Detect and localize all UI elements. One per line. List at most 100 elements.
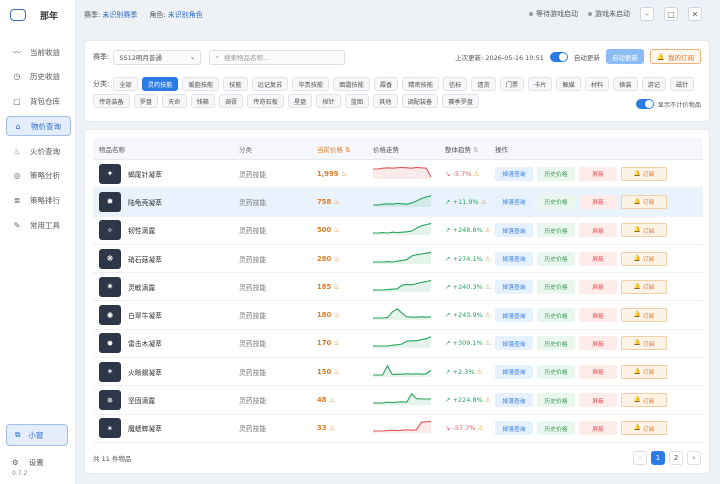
subscribe-button[interactable]: 🔔 订阅 bbox=[621, 364, 667, 379]
subscribe-button[interactable]: 🔔 订阅 bbox=[621, 279, 667, 294]
category-chip[interactable]: 材料 bbox=[584, 77, 610, 91]
history-price-button[interactable]: 历史价格 bbox=[537, 364, 575, 379]
category-chip[interactable]: 天命 bbox=[162, 94, 187, 108]
my-subscriptions-button[interactable]: 🔔 我的订阅 bbox=[649, 49, 701, 64]
table-row[interactable]: ✵ 坚固滴露 灵药技能 48 ♨ ↗ +224.8% ⚠ 掉落查询 历史价格 屏… bbox=[93, 386, 703, 415]
sidebar-item-tools[interactable]: ✎ 常用工具 bbox=[6, 216, 71, 236]
table-row[interactable]: ✧ 韧性滴露 灵药技能 500 ♨ ↗ +248.8% ⚠ 掉落查询 历史价格 … bbox=[93, 217, 703, 245]
history-price-button[interactable]: 历史价格 bbox=[537, 336, 575, 351]
table-row[interactable]: ✦ 蝎尾针凝萃 灵药技能 1,999 ♨ ↘ -5.7% ⚠ 掉落查询 历史价格… bbox=[93, 160, 703, 189]
table-row[interactable]: ✷ 灵敏滴露 灵药技能 185 ♨ ↗ +240.3% ⚠ 掉落查询 历史价格 … bbox=[93, 273, 703, 302]
category-chip[interactable]: 赛季罗盘 bbox=[442, 94, 479, 108]
history-price-button[interactable]: 历史价格 bbox=[537, 166, 575, 181]
category-chip[interactable]: 调配装备 bbox=[401, 94, 439, 108]
category-chip[interactable]: 其他 bbox=[373, 94, 398, 108]
season-select[interactable]: SS12明月普通 ⌄ bbox=[113, 49, 202, 65]
subscribe-button[interactable]: 🔔 订阅 bbox=[621, 393, 667, 408]
history-price-button[interactable]: 历史价格 bbox=[537, 421, 575, 436]
category-chip[interactable]: 触媒 bbox=[556, 77, 581, 91]
block-button[interactable]: 屏蔽 bbox=[579, 279, 617, 294]
category-chip[interactable]: 游记 bbox=[641, 77, 666, 91]
category-chip[interactable]: 全部 bbox=[113, 77, 138, 91]
sidebar-item-strategy-analysis[interactable]: ◎ 策略分析 bbox=[6, 166, 71, 186]
category-chip[interactable]: 远记复苏 bbox=[251, 77, 289, 91]
category-chip[interactable]: 门票 bbox=[499, 77, 525, 91]
drop-query-button[interactable]: 掉落查询 bbox=[495, 251, 533, 266]
page-1-button[interactable]: 1 bbox=[651, 451, 665, 465]
sidebar-item-current-income[interactable]: 〰当前收益 bbox=[6, 42, 71, 62]
block-button[interactable]: 屏蔽 bbox=[579, 364, 617, 379]
subscribe-button[interactable]: 🔔 订阅 bbox=[621, 421, 667, 436]
category-chip[interactable]: 技能 bbox=[223, 77, 248, 91]
table-row[interactable]: ✴ 魔蟋蟀凝萃 灵药技能 33 ♨ ↘ -57.7% ⚠ 掉落查询 历史价格 屏… bbox=[93, 415, 703, 443]
sidebar-item-strategy-ranking[interactable]: ≣ 策略排行 bbox=[6, 191, 71, 211]
subscribe-button[interactable]: 🔔 订阅 bbox=[621, 308, 667, 323]
page-2-button[interactable]: 2 bbox=[669, 451, 683, 465]
prev-page-button[interactable]: ‹ bbox=[633, 451, 647, 465]
block-button[interactable]: 屏蔽 bbox=[579, 421, 617, 436]
category-chip[interactable]: 面霜技能 bbox=[333, 77, 370, 91]
table-row[interactable]: ✹ 陆龟壳凝萃 灵药技能 758 ♨ ↗ +11.9% ⚠ 掉落查询 历史价格 … bbox=[93, 188, 703, 217]
subscribe-button[interactable]: 🔔 订阅 bbox=[621, 251, 667, 266]
category-chip[interactable]: 罗盘 bbox=[133, 94, 159, 108]
category-chip[interactable]: 钱箱 bbox=[190, 94, 215, 108]
category-chip[interactable]: 遗货 bbox=[471, 77, 496, 91]
category-chip[interactable]: 传奇装备 bbox=[93, 94, 130, 108]
drop-query-button[interactable]: 掉落查询 bbox=[495, 279, 533, 294]
subscribe-button[interactable]: 🔔 订阅 bbox=[621, 194, 667, 209]
category-chip[interactable]: 华贵技能 bbox=[292, 77, 330, 91]
minimize-button[interactable]: – bbox=[640, 7, 654, 21]
category-chip[interactable]: 磁针 bbox=[669, 77, 695, 91]
category-chip[interactable]: 蓝图 bbox=[344, 94, 370, 108]
history-price-button[interactable]: 历史价格 bbox=[537, 279, 575, 294]
close-button[interactable]: ✕ bbox=[688, 7, 702, 21]
drop-query-button[interactable]: 掉落查询 bbox=[495, 364, 533, 379]
drop-query-button[interactable]: 掉落查询 bbox=[495, 194, 533, 209]
category-chip[interactable]: 星盘 bbox=[288, 94, 313, 108]
sidebar-item-backpack[interactable]: ▢ 背包仓库 bbox=[6, 92, 71, 112]
drop-query-button[interactable]: 掉落查询 bbox=[495, 336, 533, 351]
search-input[interactable]: ⌕ 搜索物品名称... bbox=[209, 49, 346, 65]
maximize-button[interactable]: □ bbox=[664, 7, 678, 21]
mini-window-button[interactable]: ⧉ 小窗 bbox=[6, 424, 68, 446]
drop-query-button[interactable]: 掉落查询 bbox=[495, 166, 533, 181]
sidebar-item-fire-price[interactable]: ♨ 火价查询 bbox=[6, 141, 71, 161]
block-button[interactable]: 屏蔽 bbox=[579, 251, 617, 266]
subscribe-button[interactable]: 🔔 订阅 bbox=[621, 336, 667, 351]
category-chip[interactable]: 卡片 bbox=[528, 77, 553, 91]
auto-update-toggle[interactable] bbox=[549, 51, 568, 62]
category-chip[interactable]: 传奇石板 bbox=[247, 94, 284, 108]
block-button[interactable]: 屏蔽 bbox=[579, 336, 617, 351]
drop-query-button[interactable]: 掉落查询 bbox=[495, 421, 533, 436]
next-page-button[interactable]: › bbox=[687, 451, 701, 465]
block-button[interactable]: 屏蔽 bbox=[579, 308, 617, 323]
history-price-button[interactable]: 历史价格 bbox=[537, 393, 575, 408]
sidebar-item-price-query[interactable]: ⌂ 物价查询 bbox=[6, 116, 71, 137]
subscribe-button[interactable]: 🔔 订阅 bbox=[621, 223, 667, 238]
drop-query-button[interactable]: 掉落查询 bbox=[495, 393, 533, 408]
category-chip[interactable]: 探针 bbox=[316, 94, 341, 108]
history-price-button[interactable]: 历史价格 bbox=[537, 251, 575, 266]
settings-button[interactable]: ⚙ 设置 bbox=[0, 454, 76, 470]
subscribe-button[interactable]: 🔔 订阅 bbox=[621, 166, 667, 181]
category-chip[interactable]: 信标 bbox=[442, 77, 468, 91]
category-chip[interactable]: 调膏 bbox=[218, 94, 244, 108]
table-row[interactable]: ✺ 白翠牛凝萃 灵药技能 180 ♨ ↗ +243.9% ⚠ 掉落查询 历史价格… bbox=[93, 301, 703, 330]
header-overall[interactable]: 整体趋势 ⇅ bbox=[445, 144, 495, 154]
drop-query-button[interactable]: 掉落查询 bbox=[495, 223, 533, 238]
category-chip[interactable]: 霞香 bbox=[373, 77, 399, 91]
block-button[interactable]: 屏蔽 bbox=[579, 223, 617, 238]
auto-update-button[interactable]: 自动更新 bbox=[605, 49, 644, 64]
block-button[interactable]: 屏蔽 bbox=[579, 166, 617, 181]
category-chip[interactable]: 精密技能 bbox=[402, 77, 439, 91]
history-price-button[interactable]: 历史价格 bbox=[537, 308, 575, 323]
category-chip[interactable]: 灵药技能 bbox=[141, 77, 179, 91]
show-unpriced-toggle[interactable] bbox=[635, 99, 654, 109]
table-row[interactable]: ✶ 火晰蜴凝萃 灵药技能 150 ♨ ↗ +2.3% ⚠ 掉落查询 历史价格 屏… bbox=[93, 358, 703, 387]
history-price-button[interactable]: 历史价格 bbox=[537, 194, 575, 209]
category-chip[interactable]: 暖脂技能 bbox=[182, 77, 220, 91]
header-price[interactable]: 当前价格 ⇅ bbox=[317, 144, 373, 154]
category-chip[interactable]: 换装 bbox=[613, 77, 638, 91]
sidebar-item-history-income[interactable]: ◷ 历史收益 bbox=[6, 67, 71, 87]
block-button[interactable]: 屏蔽 bbox=[579, 393, 617, 408]
